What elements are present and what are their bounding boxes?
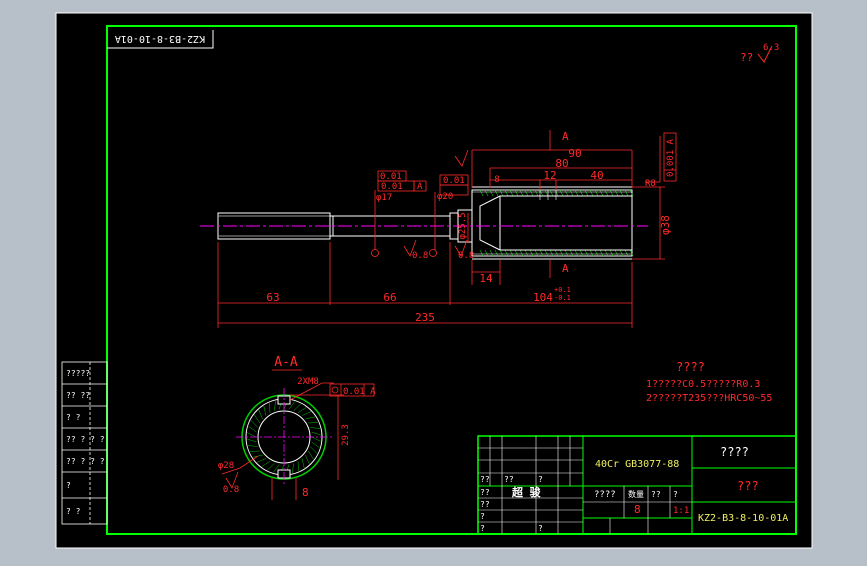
dim-80: 80 <box>555 157 568 170</box>
dim-12: 12 <box>543 169 556 182</box>
left-strip-cell: ?? ?? <box>66 391 90 400</box>
dim-104: 104 <box>533 291 553 304</box>
gdt-tol-2: 0.01 <box>381 182 403 192</box>
rough-08-section: 0.8 <box>223 485 239 495</box>
dim-14: 14 <box>479 272 493 285</box>
gdt-tol-3: 0.01 <box>443 176 465 186</box>
title-block-cell: ?? <box>504 475 514 484</box>
notes-line-1: 1?????C0.5?????R0.3 <box>646 379 760 390</box>
section-marker-bottom: A <box>562 262 569 275</box>
dim-104-tol-lower: -0.1 <box>554 294 571 302</box>
notes-title: ???? <box>676 360 705 374</box>
gdt-datum-A: A <box>417 182 423 192</box>
title-part-name: ???? <box>720 445 749 459</box>
title-company: 超 骏 <box>511 485 542 499</box>
rough-08-b: 0.8 <box>458 251 474 261</box>
title-block-cell: ? <box>480 512 485 521</box>
dim-235: 235 <box>415 311 435 324</box>
dim-90: 90 <box>568 147 581 160</box>
title-block-cell: ? <box>480 524 485 533</box>
dim-40: 40 <box>590 169 603 182</box>
notes-line-2: 2?????T235???HRC50~55 <box>646 393 772 404</box>
dim-66: 66 <box>383 291 396 304</box>
gdt-tol-1: 0.01 <box>380 172 402 182</box>
dim-17: φ17 <box>376 193 392 203</box>
dim-29-3: 29.3 <box>341 424 351 446</box>
title-material: 40Cr GB3077-88 <box>595 459 679 470</box>
dim-8: 8 <box>494 175 499 185</box>
section-label: A-A <box>274 355 298 370</box>
left-strip-cell: ????? <box>66 369 90 378</box>
title-block-cell: ? <box>538 524 543 533</box>
title-block-cell: ?? <box>651 490 661 499</box>
cad-viewport[interactable]: KZ2-B3-8-10-01A ?? 6.3 90 80 40 12 8 63 … <box>0 0 867 562</box>
dim-38: φ38 <box>659 215 672 235</box>
title-scale-label: ???? <box>594 490 616 500</box>
left-strip-cell: ?? ? ? ? <box>66 457 105 466</box>
dim-28: φ28 <box>218 461 234 471</box>
roughness-note: ?? <box>740 51 753 64</box>
dim-20: φ20 <box>437 192 453 202</box>
title-qty-value: 8 <box>634 503 641 516</box>
mirrored-drawing-number: KZ2-B3-8-10-01A <box>115 33 205 44</box>
title-block-cell: ? <box>673 490 678 499</box>
gdt-section-tol: 0.01 A <box>343 387 376 397</box>
title-block-cell: ?? <box>480 475 490 484</box>
gdt-tol-runout: 0.001 A <box>666 138 676 177</box>
title-scale-value: 1:1 <box>673 506 689 516</box>
left-strip-cell: ?? ? ? ? <box>66 435 105 444</box>
dim-r8: R8 <box>645 179 656 189</box>
title-drawing-number: KZ2-B3-8-10-01A <box>698 513 788 524</box>
dim-2xm8: 2XM8 <box>297 377 319 387</box>
cad-drawing-canvas[interactable]: KZ2-B3-8-10-01A ?? 6.3 90 80 40 12 8 63 … <box>0 0 867 562</box>
left-strip-cell: ? ? <box>66 413 81 422</box>
left-strip-cell: ? ? <box>66 507 81 516</box>
section-marker-top: A <box>562 130 569 143</box>
dim-key-8: 8 <box>302 486 309 499</box>
title-block-cell: ?? <box>480 488 490 497</box>
dim-25-5: φ25.5 <box>458 212 468 239</box>
dim-104-tol-upper: +0.1 <box>554 286 571 294</box>
rough-08-a: 0.8 <box>412 251 428 261</box>
left-strip-cell: ? <box>66 481 71 490</box>
title-qty-label: 数量 <box>628 489 644 499</box>
title-name-sub: ??? <box>737 479 759 493</box>
title-block-cell: ? <box>538 475 543 484</box>
title-block-cell: ?? <box>480 500 490 509</box>
dim-63: 63 <box>266 291 279 304</box>
